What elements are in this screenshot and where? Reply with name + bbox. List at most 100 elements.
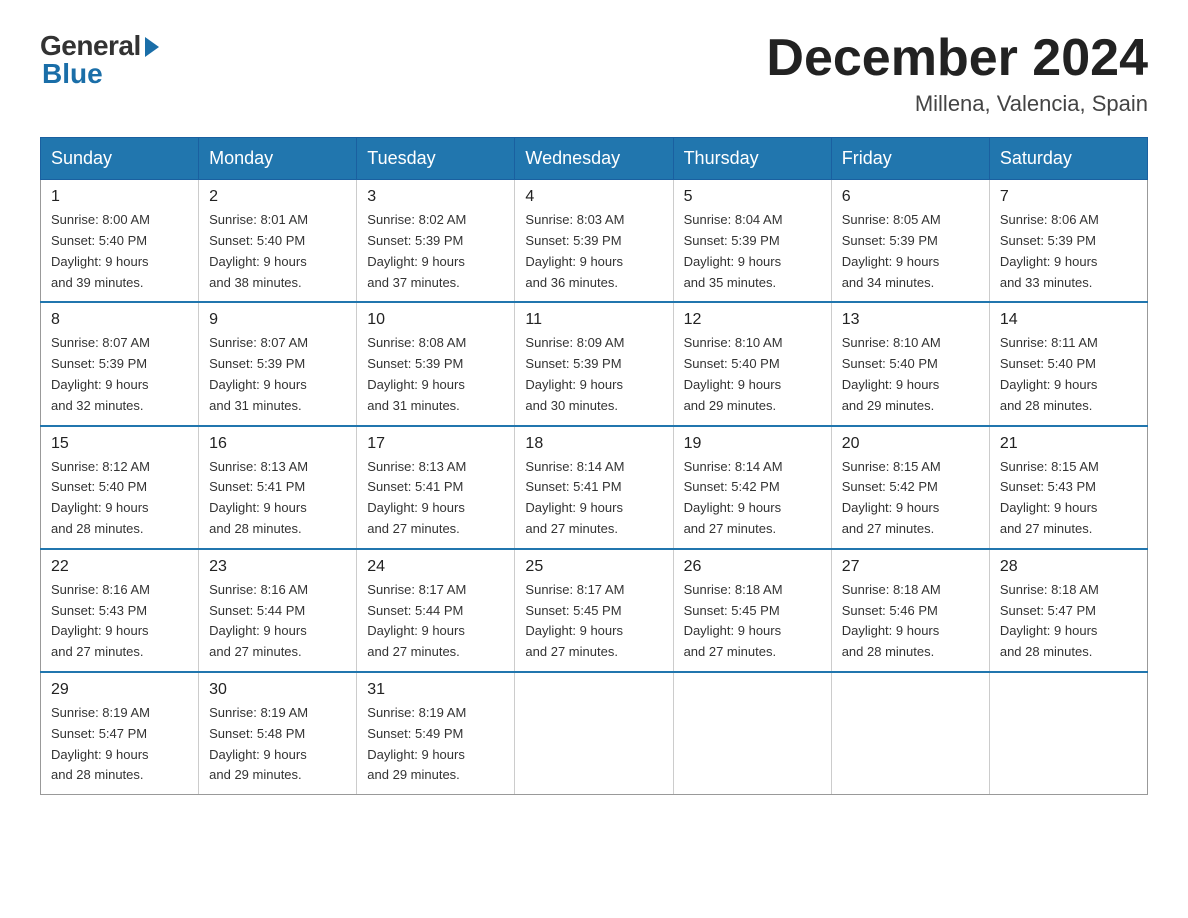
calendar-cell: 20 Sunrise: 8:15 AM Sunset: 5:42 PM Dayl… xyxy=(831,426,989,549)
day-number: 3 xyxy=(367,188,504,206)
calendar-cell: 27 Sunrise: 8:18 AM Sunset: 5:46 PM Dayl… xyxy=(831,549,989,672)
calendar-cell: 13 Sunrise: 8:10 AM Sunset: 5:40 PM Dayl… xyxy=(831,302,989,425)
day-number: 21 xyxy=(1000,435,1137,453)
day-info: Sunrise: 8:17 AM Sunset: 5:44 PM Dayligh… xyxy=(367,580,504,663)
day-info: Sunrise: 8:00 AM Sunset: 5:40 PM Dayligh… xyxy=(51,210,188,293)
calendar-cell: 25 Sunrise: 8:17 AM Sunset: 5:45 PM Dayl… xyxy=(515,549,673,672)
week-row-3: 15 Sunrise: 8:12 AM Sunset: 5:40 PM Dayl… xyxy=(41,426,1148,549)
day-info: Sunrise: 8:13 AM Sunset: 5:41 PM Dayligh… xyxy=(367,457,504,540)
day-number: 18 xyxy=(525,435,662,453)
calendar-cell: 24 Sunrise: 8:17 AM Sunset: 5:44 PM Dayl… xyxy=(357,549,515,672)
day-number: 30 xyxy=(209,681,346,699)
day-number: 13 xyxy=(842,311,979,329)
day-number: 27 xyxy=(842,558,979,576)
day-info: Sunrise: 8:05 AM Sunset: 5:39 PM Dayligh… xyxy=(842,210,979,293)
calendar-cell: 19 Sunrise: 8:14 AM Sunset: 5:42 PM Dayl… xyxy=(673,426,831,549)
day-number: 15 xyxy=(51,435,188,453)
day-info: Sunrise: 8:14 AM Sunset: 5:41 PM Dayligh… xyxy=(525,457,662,540)
title-block: December 2024 Millena, Valencia, Spain xyxy=(766,30,1148,117)
logo-arrow-icon xyxy=(145,37,159,57)
day-number: 1 xyxy=(51,188,188,206)
day-info: Sunrise: 8:06 AM Sunset: 5:39 PM Dayligh… xyxy=(1000,210,1137,293)
day-number: 17 xyxy=(367,435,504,453)
day-number: 16 xyxy=(209,435,346,453)
day-number: 24 xyxy=(367,558,504,576)
calendar-cell xyxy=(515,672,673,795)
calendar-cell: 15 Sunrise: 8:12 AM Sunset: 5:40 PM Dayl… xyxy=(41,426,199,549)
calendar-cell: 17 Sunrise: 8:13 AM Sunset: 5:41 PM Dayl… xyxy=(357,426,515,549)
day-number: 7 xyxy=(1000,188,1137,206)
week-row-2: 8 Sunrise: 8:07 AM Sunset: 5:39 PM Dayli… xyxy=(41,302,1148,425)
day-info: Sunrise: 8:07 AM Sunset: 5:39 PM Dayligh… xyxy=(51,333,188,416)
day-number: 19 xyxy=(684,435,821,453)
calendar-cell: 5 Sunrise: 8:04 AM Sunset: 5:39 PM Dayli… xyxy=(673,180,831,303)
day-info: Sunrise: 8:07 AM Sunset: 5:39 PM Dayligh… xyxy=(209,333,346,416)
calendar-cell: 8 Sunrise: 8:07 AM Sunset: 5:39 PM Dayli… xyxy=(41,302,199,425)
calendar-cell: 10 Sunrise: 8:08 AM Sunset: 5:39 PM Dayl… xyxy=(357,302,515,425)
day-info: Sunrise: 8:11 AM Sunset: 5:40 PM Dayligh… xyxy=(1000,333,1137,416)
day-number: 28 xyxy=(1000,558,1137,576)
calendar-cell: 6 Sunrise: 8:05 AM Sunset: 5:39 PM Dayli… xyxy=(831,180,989,303)
day-info: Sunrise: 8:18 AM Sunset: 5:46 PM Dayligh… xyxy=(842,580,979,663)
day-number: 31 xyxy=(367,681,504,699)
day-info: Sunrise: 8:16 AM Sunset: 5:44 PM Dayligh… xyxy=(209,580,346,663)
week-row-5: 29 Sunrise: 8:19 AM Sunset: 5:47 PM Dayl… xyxy=(41,672,1148,795)
day-number: 5 xyxy=(684,188,821,206)
weekday-header-friday: Friday xyxy=(831,138,989,180)
day-number: 2 xyxy=(209,188,346,206)
day-number: 25 xyxy=(525,558,662,576)
calendar-cell: 3 Sunrise: 8:02 AM Sunset: 5:39 PM Dayli… xyxy=(357,180,515,303)
day-number: 23 xyxy=(209,558,346,576)
day-number: 12 xyxy=(684,311,821,329)
day-number: 22 xyxy=(51,558,188,576)
day-info: Sunrise: 8:04 AM Sunset: 5:39 PM Dayligh… xyxy=(684,210,821,293)
day-info: Sunrise: 8:12 AM Sunset: 5:40 PM Dayligh… xyxy=(51,457,188,540)
day-info: Sunrise: 8:08 AM Sunset: 5:39 PM Dayligh… xyxy=(367,333,504,416)
day-info: Sunrise: 8:14 AM Sunset: 5:42 PM Dayligh… xyxy=(684,457,821,540)
page-header: General Blue December 2024 Millena, Vale… xyxy=(40,30,1148,117)
week-row-4: 22 Sunrise: 8:16 AM Sunset: 5:43 PM Dayl… xyxy=(41,549,1148,672)
day-number: 9 xyxy=(209,311,346,329)
calendar-cell: 7 Sunrise: 8:06 AM Sunset: 5:39 PM Dayli… xyxy=(989,180,1147,303)
calendar-cell: 30 Sunrise: 8:19 AM Sunset: 5:48 PM Dayl… xyxy=(199,672,357,795)
calendar-cell: 22 Sunrise: 8:16 AM Sunset: 5:43 PM Dayl… xyxy=(41,549,199,672)
day-info: Sunrise: 8:19 AM Sunset: 5:48 PM Dayligh… xyxy=(209,703,346,786)
day-info: Sunrise: 8:09 AM Sunset: 5:39 PM Dayligh… xyxy=(525,333,662,416)
calendar-cell: 9 Sunrise: 8:07 AM Sunset: 5:39 PM Dayli… xyxy=(199,302,357,425)
calendar-cell: 21 Sunrise: 8:15 AM Sunset: 5:43 PM Dayl… xyxy=(989,426,1147,549)
location-title: Millena, Valencia, Spain xyxy=(766,91,1148,117)
month-year-title: December 2024 xyxy=(766,30,1148,87)
day-info: Sunrise: 8:17 AM Sunset: 5:45 PM Dayligh… xyxy=(525,580,662,663)
day-number: 26 xyxy=(684,558,821,576)
day-info: Sunrise: 8:15 AM Sunset: 5:43 PM Dayligh… xyxy=(1000,457,1137,540)
calendar-cell: 31 Sunrise: 8:19 AM Sunset: 5:49 PM Dayl… xyxy=(357,672,515,795)
day-info: Sunrise: 8:13 AM Sunset: 5:41 PM Dayligh… xyxy=(209,457,346,540)
calendar-cell: 14 Sunrise: 8:11 AM Sunset: 5:40 PM Dayl… xyxy=(989,302,1147,425)
weekday-header-monday: Monday xyxy=(199,138,357,180)
calendar-cell: 23 Sunrise: 8:16 AM Sunset: 5:44 PM Dayl… xyxy=(199,549,357,672)
day-info: Sunrise: 8:16 AM Sunset: 5:43 PM Dayligh… xyxy=(51,580,188,663)
calendar-cell: 1 Sunrise: 8:00 AM Sunset: 5:40 PM Dayli… xyxy=(41,180,199,303)
day-info: Sunrise: 8:01 AM Sunset: 5:40 PM Dayligh… xyxy=(209,210,346,293)
calendar-cell: 18 Sunrise: 8:14 AM Sunset: 5:41 PM Dayl… xyxy=(515,426,673,549)
logo-blue-text: Blue xyxy=(42,58,103,90)
calendar-cell: 16 Sunrise: 8:13 AM Sunset: 5:41 PM Dayl… xyxy=(199,426,357,549)
day-number: 14 xyxy=(1000,311,1137,329)
day-number: 8 xyxy=(51,311,188,329)
day-info: Sunrise: 8:15 AM Sunset: 5:42 PM Dayligh… xyxy=(842,457,979,540)
day-info: Sunrise: 8:18 AM Sunset: 5:47 PM Dayligh… xyxy=(1000,580,1137,663)
day-number: 6 xyxy=(842,188,979,206)
day-info: Sunrise: 8:03 AM Sunset: 5:39 PM Dayligh… xyxy=(525,210,662,293)
day-number: 4 xyxy=(525,188,662,206)
day-number: 11 xyxy=(525,311,662,329)
calendar-cell: 28 Sunrise: 8:18 AM Sunset: 5:47 PM Dayl… xyxy=(989,549,1147,672)
calendar-cell: 2 Sunrise: 8:01 AM Sunset: 5:40 PM Dayli… xyxy=(199,180,357,303)
calendar-cell xyxy=(831,672,989,795)
day-info: Sunrise: 8:19 AM Sunset: 5:49 PM Dayligh… xyxy=(367,703,504,786)
day-info: Sunrise: 8:18 AM Sunset: 5:45 PM Dayligh… xyxy=(684,580,821,663)
calendar-table: SundayMondayTuesdayWednesdayThursdayFrid… xyxy=(40,137,1148,795)
day-info: Sunrise: 8:10 AM Sunset: 5:40 PM Dayligh… xyxy=(684,333,821,416)
weekday-header-row: SundayMondayTuesdayWednesdayThursdayFrid… xyxy=(41,138,1148,180)
calendar-cell xyxy=(989,672,1147,795)
weekday-header-sunday: Sunday xyxy=(41,138,199,180)
